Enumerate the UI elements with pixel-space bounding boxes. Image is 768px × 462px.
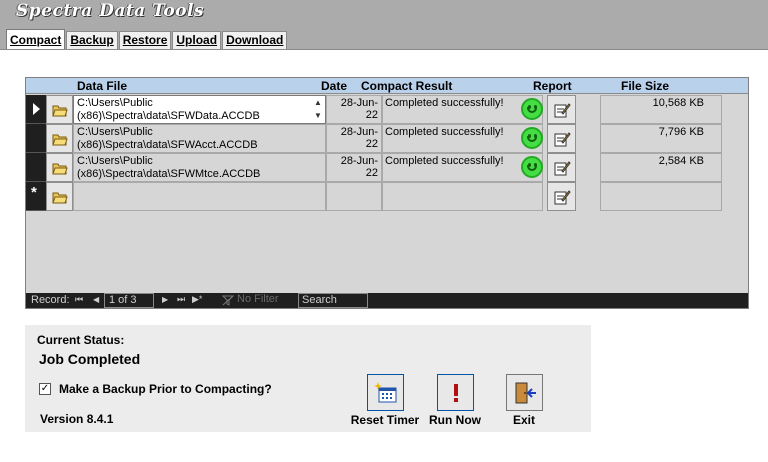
exit-door-icon: [515, 382, 536, 404]
compact-page: Data File Date Compact Result Report Fil…: [0, 49, 768, 462]
grid-header: Data File Date Compact Result Report Fil…: [26, 78, 748, 94]
first-record-icon[interactable]: ⏮: [75, 294, 83, 305]
record-position-input[interactable]: 1 of 3: [104, 293, 154, 308]
file-size-cell: 10,568 KB: [600, 95, 722, 124]
next-record-icon[interactable]: ▶: [162, 295, 168, 304]
report-button[interactable]: [547, 124, 576, 153]
data-file-path-input[interactable]: C:\Users\Public (x86)\Spectra\data\SFWDa…: [73, 95, 326, 124]
browse-folder-button[interactable]: [46, 153, 73, 182]
filter-label: No Filter: [237, 293, 279, 305]
header-data-file[interactable]: Data File: [77, 79, 127, 93]
data-file-grid: Data File Date Compact Result Report Fil…: [25, 77, 749, 309]
new-record-icon: *: [31, 184, 37, 201]
timer-calendar-icon: [374, 382, 397, 403]
backup-before-compact-label[interactable]: Make a Backup Prior to Compacting?: [59, 382, 272, 396]
date-cell: 28-Jun-22: [326, 124, 382, 153]
current-record-icon: [33, 103, 40, 115]
header-report[interactable]: Report: [533, 79, 572, 93]
tab-restore[interactable]: Restore: [118, 31, 172, 50]
backup-before-compact-checkbox[interactable]: ✓: [39, 383, 51, 395]
data-file-path-input[interactable]: C:\Users\Public (x86)\Spectra\data\SFWAc…: [73, 124, 326, 153]
report-edit-icon: [554, 132, 571, 147]
text-scroll-arrows-icon[interactable]: ▲ ▼: [313, 96, 323, 122]
record-selector[interactable]: [26, 153, 46, 182]
report-edit-icon: [554, 161, 571, 176]
last-record-icon[interactable]: ⏭: [177, 294, 185, 305]
filter-off-icon: [222, 295, 234, 306]
success-smiley-icon: [517, 153, 547, 182]
new-record-row: *: [26, 182, 748, 211]
table-row: C:\Users\Public (x86)\Spectra\data\SFWDa…: [26, 95, 748, 124]
previous-record-icon[interactable]: ◀: [93, 295, 99, 304]
app-title: Spectra Data Tools: [16, 1, 205, 21]
status-panel: Current Status: Job Completed ✓ Make a B…: [25, 325, 591, 432]
report-edit-icon: [554, 190, 571, 205]
open-folder-icon: [52, 134, 68, 146]
version-label: Version 8.4.1: [40, 412, 114, 426]
tab-upload[interactable]: Upload: [172, 31, 222, 50]
report-button[interactable]: [547, 153, 576, 182]
record-label: Record:: [31, 294, 70, 306]
tab-download[interactable]: Download: [222, 31, 288, 50]
open-folder-icon: [52, 163, 68, 175]
exit-button[interactable]: [506, 374, 543, 411]
table-row: C:\Users\Public (x86)\Spectra\data\SFWAc…: [26, 124, 748, 153]
date-cell: [326, 182, 382, 211]
report-button[interactable]: [547, 95, 576, 124]
date-cell: 28-Jun-22: [326, 153, 382, 182]
current-status-label: Current Status:: [37, 333, 125, 347]
result-indicator-empty: [517, 182, 547, 211]
browse-folder-button[interactable]: [46, 95, 73, 124]
data-file-path-input[interactable]: [73, 182, 326, 211]
filter-toggle[interactable]: No Filter: [218, 293, 290, 308]
file-size-cell: 2,584 KB: [600, 153, 722, 182]
new-record-selector[interactable]: *: [26, 182, 46, 211]
header-file-size[interactable]: File Size: [621, 79, 669, 93]
date-cell: 28-Jun-22: [326, 95, 382, 124]
new-record-nav-icon[interactable]: ▶*: [192, 294, 202, 305]
file-size-cell: 7,796 KB: [600, 124, 722, 153]
run-now-label: Run Now: [429, 413, 481, 427]
open-folder-icon: [52, 105, 68, 117]
success-smiley-icon: [517, 124, 547, 153]
exit-label: Exit: [512, 413, 535, 427]
run-now-button[interactable]: [437, 374, 474, 411]
header-compact-result[interactable]: Compact Result: [361, 79, 452, 93]
tab-backup[interactable]: Backup: [66, 31, 118, 50]
record-navigation-bar: Record: ⏮ ◀ 1 of 3 ▶ ⏭ ▶* No Filter Sear…: [26, 293, 748, 308]
data-file-path-input[interactable]: C:\Users\Public (x86)\Spectra\data\SFWMt…: [73, 153, 326, 182]
title-bar: Spectra Data Tools: [0, 0, 768, 30]
browse-folder-button[interactable]: [46, 124, 73, 153]
success-smiley-icon: [517, 95, 547, 124]
open-folder-icon: [52, 192, 68, 204]
reset-timer-button[interactable]: [367, 374, 404, 411]
tab-compact[interactable]: Compact: [6, 29, 66, 49]
tab-strip: Compact Backup Restore Upload Download: [6, 29, 288, 50]
header-date[interactable]: Date: [321, 79, 347, 93]
report-button[interactable]: [547, 182, 576, 211]
browse-folder-button[interactable]: [46, 182, 73, 211]
record-selector-current[interactable]: [26, 95, 46, 124]
report-edit-icon: [554, 103, 571, 118]
exclamation-icon: [454, 384, 458, 402]
search-input[interactable]: Search: [298, 293, 368, 308]
record-selector[interactable]: [26, 124, 46, 153]
current-status-value: Job Completed: [39, 351, 141, 367]
reset-timer-label: Reset Timer: [350, 413, 420, 427]
file-size-cell: [600, 182, 722, 211]
table-row: C:\Users\Public (x86)\Spectra\data\SFWMt…: [26, 153, 748, 182]
